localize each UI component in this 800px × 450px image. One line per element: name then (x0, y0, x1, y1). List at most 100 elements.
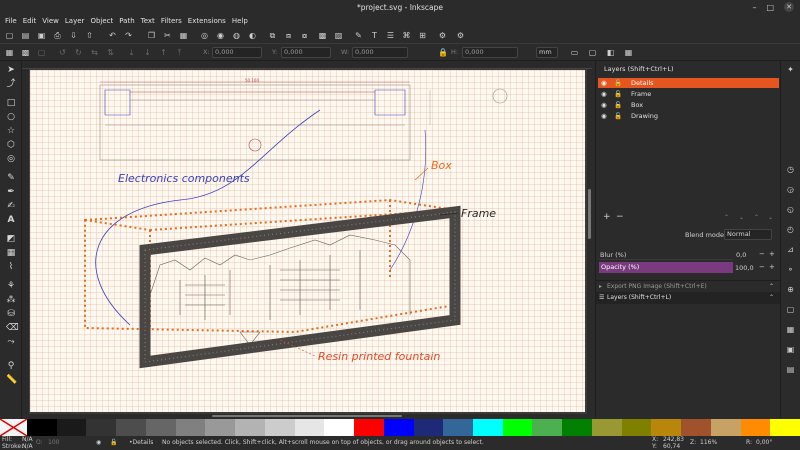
color-swatch[interactable] (473, 419, 503, 436)
remove-layer-button[interactable]: − (616, 212, 624, 222)
menu-file[interactable]: File (2, 15, 20, 27)
gradient-tool-icon[interactable]: ◩ (6, 234, 16, 244)
eraser-tool-icon[interactable]: ⌫ (6, 323, 19, 333)
ellipse-tool-icon[interactable]: ○ (6, 112, 16, 122)
add-layer-button[interactable]: + (603, 212, 611, 222)
xml-editor-icon[interactable]: ⌘ (402, 31, 411, 40)
raise-top-icon[interactable]: ⤒ (175, 48, 184, 57)
snap-center-icon[interactable]: ◴ (786, 225, 795, 234)
color-swatch[interactable] (383, 419, 414, 436)
group-icon[interactable]: ▩ (318, 31, 327, 40)
ungroup-icon[interactable]: ▨ (334, 31, 343, 40)
snap-grid-icon[interactable]: ▦ (786, 325, 795, 334)
menu-object[interactable]: Object (87, 15, 116, 27)
zoom-width-icon[interactable]: ◐ (248, 31, 257, 40)
horizontal-scrollbar[interactable] (22, 414, 592, 418)
unit-select[interactable]: mm (536, 47, 558, 58)
pen-tool-icon[interactable]: ✒ (6, 187, 16, 197)
rotation-value[interactable]: 0,00° (756, 439, 772, 446)
node-tool-icon[interactable]: ⤴ (6, 79, 16, 89)
color-swatch[interactable] (86, 419, 117, 436)
rotate-ccw-icon[interactable]: ↺ (58, 48, 67, 57)
menu-edit[interactable]: Edit (20, 15, 40, 27)
selector-tool-icon[interactable]: ➤ (6, 65, 16, 75)
menu-layer[interactable]: Layer (62, 15, 88, 27)
snap-others-icon[interactable]: ▤ (786, 365, 795, 374)
star-tool-icon[interactable]: ☆ (6, 126, 16, 136)
preferences-icon[interactable]: ⚙ (456, 31, 465, 40)
rotate-cw-icon[interactable]: ↻ (74, 48, 83, 57)
deselect-icon[interactable]: ▢ (37, 48, 46, 57)
current-layer[interactable]: •Details (129, 439, 153, 446)
layer-name[interactable]: Drawing (631, 111, 658, 121)
text-font-icon[interactable]: T (370, 31, 379, 40)
color-swatch[interactable] (175, 419, 206, 436)
blur-value[interactable]: 0,0 (736, 251, 746, 259)
connector-tool-icon[interactable]: ⤳ (6, 337, 16, 347)
lower-icon[interactable]: ↓ (143, 48, 152, 57)
snap-nodes-icon[interactable]: ◶ (786, 185, 795, 194)
horizontal-scroll-thumb[interactable] (212, 415, 402, 417)
zoom-drawing-icon[interactable]: ◉ (216, 31, 225, 40)
rectangle-tool-icon[interactable]: □ (6, 98, 16, 108)
calligraphy-tool-icon[interactable]: ✍ (6, 201, 16, 211)
unlock-icon[interactable]: 🔓 (614, 100, 622, 110)
select-all-layers-icon[interactable]: ▩ (21, 48, 30, 57)
color-swatch[interactable] (621, 419, 652, 436)
snap-midpoint-icon[interactable]: ◵ (786, 205, 795, 214)
spiral-tool-icon[interactable]: ◎ (6, 154, 16, 164)
scale-stroke-icon[interactable]: ▭ (570, 48, 579, 57)
snap-page-icon[interactable]: ▢ (786, 305, 795, 314)
color-swatch[interactable] (562, 419, 592, 436)
eye-icon[interactable]: ◉ (601, 89, 607, 99)
vertical-scroll-thumb[interactable] (588, 189, 591, 239)
layer-name[interactable]: Box (631, 100, 643, 110)
canvas-area[interactable]: 50 100 Electronics components Box Frame … (22, 61, 592, 418)
dock-expand-icon[interactable]: ⌃ (769, 281, 774, 292)
layers-icon[interactable]: ☰ (386, 31, 395, 40)
layer-row-drawing[interactable]: ◉ 🔓 Drawing (598, 111, 779, 121)
color-swatch[interactable] (235, 419, 265, 436)
blend-mode-select[interactable]: Normal (724, 229, 772, 240)
color-swatch[interactable] (116, 419, 146, 436)
eye-icon[interactable]: ◉ (601, 78, 607, 88)
drawing-svg[interactable]: 50 100 Electronics components Box Frame … (30, 70, 585, 412)
color-swatch[interactable] (681, 419, 711, 436)
document-properties-icon[interactable]: ⚙ (438, 31, 447, 40)
menu-path[interactable]: Path (116, 15, 137, 27)
y-field[interactable]: 0,000 (281, 47, 331, 58)
fill-value[interactable]: N/A (22, 436, 33, 443)
unlock-icon[interactable]: 🔓 (614, 78, 622, 88)
snap-enable-icon[interactable]: ✦ (786, 65, 795, 74)
unlock-icon[interactable]: 🔓 (614, 111, 622, 121)
opacity-slider[interactable]: Opacity (%) (599, 262, 733, 273)
lower-layer-icon[interactable]: ⌄ (739, 214, 744, 221)
opacity-increase[interactable]: + (769, 263, 775, 271)
menu-view[interactable]: View (39, 15, 62, 27)
stroke-value[interactable]: N/A (22, 443, 33, 450)
color-swatch[interactable] (532, 419, 563, 436)
tweak-tool-icon[interactable]: ⚘ (6, 281, 16, 291)
dropper-tool-icon[interactable]: ⌇ (6, 262, 16, 272)
color-swatch[interactable] (264, 419, 295, 436)
lock-ratio-icon[interactable]: 🔒 (438, 48, 448, 57)
color-swatch[interactable] (145, 419, 176, 436)
lower-bottom-icon[interactable]: ⤓ (127, 48, 136, 57)
maximize-button[interactable]: □ (766, 0, 774, 15)
mesh-tool-icon[interactable]: ▦ (6, 248, 16, 258)
unlink-clone-icon[interactable]: ⧇ (300, 31, 309, 40)
color-swatch[interactable] (651, 419, 682, 436)
paint-bucket-tool-icon[interactable]: ⛁ (6, 309, 16, 319)
move-patterns-icon[interactable]: ▦ (624, 48, 633, 57)
new-document-icon[interactable]: ▢ (5, 31, 14, 40)
snap-guide-icon[interactable]: ⊕ (786, 285, 795, 294)
zoom-value[interactable]: 116% (700, 439, 717, 446)
menu-filters[interactable]: Filters (158, 15, 185, 27)
vertical-scrollbar[interactable] (587, 69, 592, 418)
cut-icon[interactable]: ✂ (163, 31, 172, 40)
no-paint-swatch[interactable] (0, 418, 28, 437)
measure-tool-icon[interactable]: 📏 (6, 375, 17, 385)
zoom-tool-icon[interactable]: ⚲ (6, 361, 16, 371)
layer-row-box[interactable]: ◉ 🔓 Box (598, 100, 779, 110)
open-icon[interactable]: ▤ (21, 31, 30, 40)
